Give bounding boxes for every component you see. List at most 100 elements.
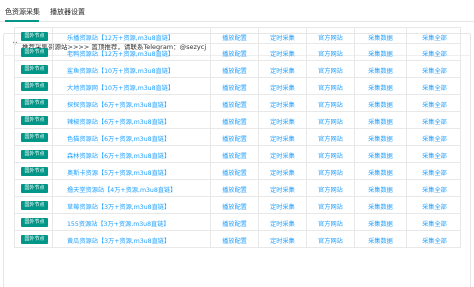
- collect-data-link[interactable]: 采集数据: [355, 168, 406, 177]
- scheduled-collect-link[interactable]: 定时采集: [259, 83, 306, 92]
- collect-all-link[interactable]: 采集全部: [407, 236, 462, 245]
- collect-data-link[interactable]: 采集数据: [355, 151, 406, 160]
- scheduled-collect-link[interactable]: 定时采集: [259, 134, 306, 143]
- official-site-link[interactable]: 官方网站: [307, 83, 354, 92]
- tab-player-settings[interactable]: 播放器设置: [50, 7, 85, 17]
- play-config-link[interactable]: 播放配置: [211, 219, 258, 228]
- collect-data-link[interactable]: 采集数据: [355, 83, 406, 92]
- play-config-link[interactable]: 播放配置: [211, 202, 258, 211]
- play-config-link[interactable]: 播放配置: [211, 100, 258, 109]
- site-name-link[interactable]: 黄瓜资源站【3万+资源,m3u8直链】: [67, 236, 170, 245]
- action-cell: 定时采集: [259, 163, 307, 179]
- collect-all-link[interactable]: 采集全部: [407, 100, 462, 109]
- play-config-link[interactable]: 播放配置: [211, 134, 258, 143]
- action-cell: 官方网站: [307, 180, 355, 196]
- site-name-link[interactable]: 辣椒资源站【6万+资源,m3u8直链】: [67, 117, 170, 126]
- site-name-link[interactable]: 老鸭资源站【12万+资源,m3u8直链】: [67, 49, 174, 58]
- action-cell: 采集全部: [407, 197, 462, 213]
- official-site-link[interactable]: 官方网站: [307, 66, 354, 75]
- official-site-link[interactable]: 官方网站: [307, 185, 354, 194]
- official-site-link[interactable]: 官方网站: [307, 134, 354, 143]
- official-site-link[interactable]: 官方网站: [307, 236, 354, 245]
- official-site-link[interactable]: 官方网站: [307, 49, 354, 58]
- site-name-link[interactable]: 大地资源网【10万+资源,m3u8直链】: [67, 83, 174, 92]
- tab-bar: 色资源采集 播放器设置: [0, 0, 474, 22]
- official-site-link[interactable]: 官方网站: [307, 151, 354, 160]
- site-name-link[interactable]: 乐播资源站【12万+资源,m3u8直链】: [67, 33, 174, 42]
- collect-data-link[interactable]: 采集数据: [355, 219, 406, 228]
- tab-color-resource-collect[interactable]: 色资源采集: [5, 7, 40, 17]
- scheduled-collect-link[interactable]: 定时采集: [259, 66, 306, 75]
- collect-all-link[interactable]: 采集全部: [407, 168, 462, 177]
- node-cell: 国外节点: [15, 146, 53, 162]
- action-cell: 采集数据: [355, 95, 407, 111]
- play-config-link[interactable]: 播放配置: [211, 83, 258, 92]
- site-name-link[interactable]: 色猫资源站【6万+资源,m3u8直链】: [67, 134, 170, 143]
- site-name-link[interactable]: 森林资源站【6万+资源,m3u8直链】: [67, 151, 170, 160]
- collect-all-link[interactable]: 采集全部: [407, 219, 462, 228]
- scheduled-collect-link[interactable]: 定时采集: [259, 185, 306, 194]
- scheduled-collect-link[interactable]: 定时采集: [259, 33, 306, 42]
- official-site-link[interactable]: 官方网站: [307, 117, 354, 126]
- collect-data-link[interactable]: 采集数据: [355, 49, 406, 58]
- play-config-link[interactable]: 播放配置: [211, 168, 258, 177]
- official-site-link[interactable]: 官方网站: [307, 202, 354, 211]
- site-name-cell: 撸天堂资源站【4万+资源,m3u8直链】: [53, 180, 211, 196]
- site-name-link[interactable]: 探探资源站【6万+资源,m3u8直链】: [67, 100, 170, 109]
- action-cell: 播放配置: [211, 44, 259, 60]
- site-name-link[interactable]: 奥斯卡资源【5万+资源,m3u8直链】: [67, 168, 170, 177]
- action-cell: 官方网站: [307, 61, 355, 77]
- play-config-link[interactable]: 播放配置: [211, 236, 258, 245]
- node-badge: 国外节点: [21, 201, 48, 210]
- site-name-link[interactable]: 撸天堂资源站【4万+资源,m3u8直链】: [67, 185, 176, 194]
- action-cell: 采集全部: [407, 95, 462, 111]
- scheduled-collect-link[interactable]: 定时采集: [259, 117, 306, 126]
- site-name-link[interactable]: 155资源站【3万+资源,m3u8直链】: [67, 219, 170, 228]
- official-site-link[interactable]: 官方网站: [307, 33, 354, 42]
- play-config-link[interactable]: 播放配置: [211, 66, 258, 75]
- scheduled-collect-link[interactable]: 定时采集: [259, 236, 306, 245]
- node-badge: 国外节点: [21, 32, 48, 41]
- collect-all-link[interactable]: 采集全部: [407, 185, 462, 194]
- active-tab-indicator: [5, 20, 39, 22]
- play-config-link[interactable]: 播放配置: [211, 151, 258, 160]
- action-cell: 官方网站: [307, 44, 355, 60]
- play-config-link[interactable]: 播放配置: [211, 117, 258, 126]
- scheduled-collect-link[interactable]: 定时采集: [259, 49, 306, 58]
- collect-data-link[interactable]: 采集数据: [355, 100, 406, 109]
- action-cell: 官方网站: [307, 95, 355, 111]
- collect-data-link[interactable]: 采集数据: [355, 202, 406, 211]
- collect-all-link[interactable]: 采集全部: [407, 151, 462, 160]
- collect-all-link[interactable]: 采集全部: [407, 202, 462, 211]
- site-name-link[interactable]: 鲨鱼资源站【10万+资源,m3u8直链】: [67, 66, 174, 75]
- node-cell: 国外节点: [15, 78, 53, 94]
- collect-data-link[interactable]: 采集数据: [355, 117, 406, 126]
- collect-data-link[interactable]: 采集数据: [355, 185, 406, 194]
- official-site-link[interactable]: 官方网站: [307, 100, 354, 109]
- collect-all-link[interactable]: 采集全部: [407, 33, 462, 42]
- collect-all-link[interactable]: 采集全部: [407, 83, 462, 92]
- official-site-link[interactable]: 官方网站: [307, 168, 354, 177]
- scheduled-collect-link[interactable]: 定时采集: [259, 219, 306, 228]
- scheduled-collect-link[interactable]: 定时采集: [259, 168, 306, 177]
- collect-data-link[interactable]: 采集数据: [355, 66, 406, 75]
- play-config-link[interactable]: 播放配置: [211, 33, 258, 42]
- scheduled-collect-link[interactable]: 定时采集: [259, 202, 306, 211]
- collect-all-link[interactable]: 采集全部: [407, 117, 462, 126]
- collect-data-link[interactable]: 采集数据: [355, 33, 406, 42]
- collect-all-link[interactable]: 采集全部: [407, 49, 462, 58]
- scheduled-collect-link[interactable]: 定时采集: [259, 151, 306, 160]
- collect-all-link[interactable]: 采集全部: [407, 134, 462, 143]
- play-config-link[interactable]: 播放配置: [211, 185, 258, 194]
- official-site-link[interactable]: 官方网站: [307, 219, 354, 228]
- node-cell: 国外节点: [15, 112, 53, 128]
- scheduled-collect-link[interactable]: 定时采集: [259, 100, 306, 109]
- site-name-link[interactable]: 草莓资源站【3万+资源,m3u8直链】: [67, 202, 170, 211]
- action-cell: 采集全部: [407, 28, 462, 44]
- collect-all-link[interactable]: 采集全部: [407, 66, 462, 75]
- collect-data-link[interactable]: 采集数据: [355, 134, 406, 143]
- play-config-link[interactable]: 播放配置: [211, 49, 258, 58]
- node-cell: 国外节点: [15, 180, 53, 196]
- collect-data-link[interactable]: 采集数据: [355, 236, 406, 245]
- table-row: 国外节点 探探资源站【6万+资源,m3u8直链】 播放配置 定时采集 官方网站 采集数据采…: [14, 95, 461, 112]
